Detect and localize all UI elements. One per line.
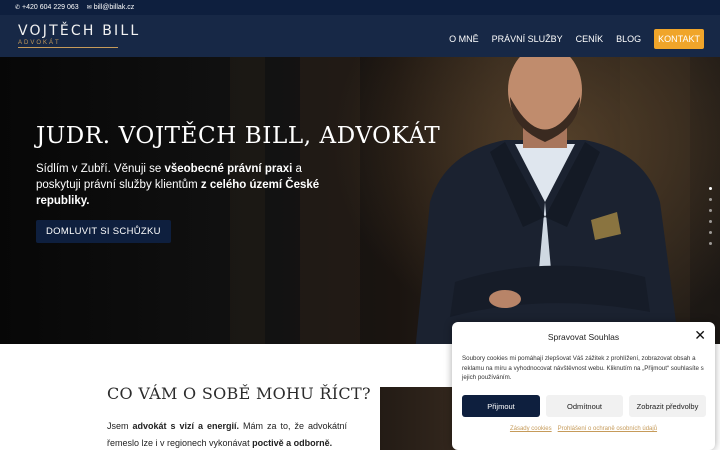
hero-section: JUDR. VOJTĚCH BILL, ADVOKÁT Sídlím v Zub… [0,57,720,344]
slider-dot-1[interactable] [709,187,712,190]
nav-item-pravni-sluzby[interactable]: PRÁVNÍ SLUŽBY [492,34,563,44]
nav-item-cenik[interactable]: CENÍK [576,34,604,44]
accept-cookies-button[interactable]: Přijmout [462,395,540,417]
nav-item-o-mne[interactable]: O MNĚ [449,34,479,44]
about-heading: CO VÁM O SOBĚ MOHU ŘÍCT? [107,384,371,403]
phone-number[interactable]: +420 604 229 063 [22,4,79,11]
hero-text: JUDR. VOJTĚCH BILL, ADVOKÁT Sídlím v Zub… [36,123,441,243]
close-icon[interactable]: ✕ [694,328,706,342]
contact-button[interactable]: KONTAKT [654,29,704,49]
cookie-links: Zásady cookies Prohlášení o ochraně osob… [452,426,715,432]
hero-title: JUDR. VOJTĚCH BILL, ADVOKÁT [36,123,441,149]
lawyer-portrait [415,57,679,344]
cookie-buttons: Přijmout Odmítnout Zobrazit předvolby [462,395,706,417]
cookie-dialog-title: Spravovat Souhlas [547,332,620,342]
nav-item-blog[interactable]: BLOG [616,34,641,44]
phone-icon: ✆ [15,5,21,11]
slider-dot-3[interactable] [709,209,712,212]
envelope-icon: ✉ [86,5,92,11]
phone-contact[interactable]: ✆ +420 604 229 063 [15,4,79,11]
slider-dot-5[interactable] [709,231,712,234]
site-header: VOJTĚCH BILL ADVOKÁT O MNĚ PRÁVNÍ SLUŽBY… [0,15,720,57]
cookie-description: Soubory cookies mi pomáhají zlepšovat Vá… [462,355,704,381]
top-contact-bar: ✆ +420 604 229 063 ✉ bill@billak.cz [0,0,720,15]
privacy-policy-link[interactable]: Prohlášení o ochraně osobních údajů [558,426,657,432]
slider-pagination [709,187,712,245]
slider-dot-6[interactable] [709,242,712,245]
main-nav: O MNĚ PRÁVNÍ SLUŽBY CENÍK BLOG KONTAKT [436,29,704,49]
cookie-policy-link[interactable]: Zásady cookies [510,426,552,432]
logo[interactable]: VOJTĚCH BILL ADVOKÁT [18,24,138,48]
cookie-consent-dialog: Spravovat Souhlas ✕ Soubory cookies mi p… [452,322,715,450]
email-contact[interactable]: ✉ bill@billak.cz [87,4,135,11]
view-preferences-button[interactable]: Zobrazit předvolby [629,395,706,417]
logo-subtitle: ADVOKÁT [18,40,118,48]
deny-cookies-button[interactable]: Odmítnout [546,395,623,417]
logo-name[interactable]: VOJTĚCH BILL [18,24,138,38]
about-text: Jsem advokát s vizí a energií. Mám za to… [107,421,347,448]
slider-dot-4[interactable] [709,220,712,223]
email-address[interactable]: bill@billak.cz [94,4,135,11]
hero-description: Sídlím v Zubří. Věnuji se všeobecné práv… [36,163,320,207]
slider-dot-2[interactable] [709,198,712,201]
schedule-meeting-button[interactable]: DOMLUVIT SI SCHŮZKU [36,220,171,243]
